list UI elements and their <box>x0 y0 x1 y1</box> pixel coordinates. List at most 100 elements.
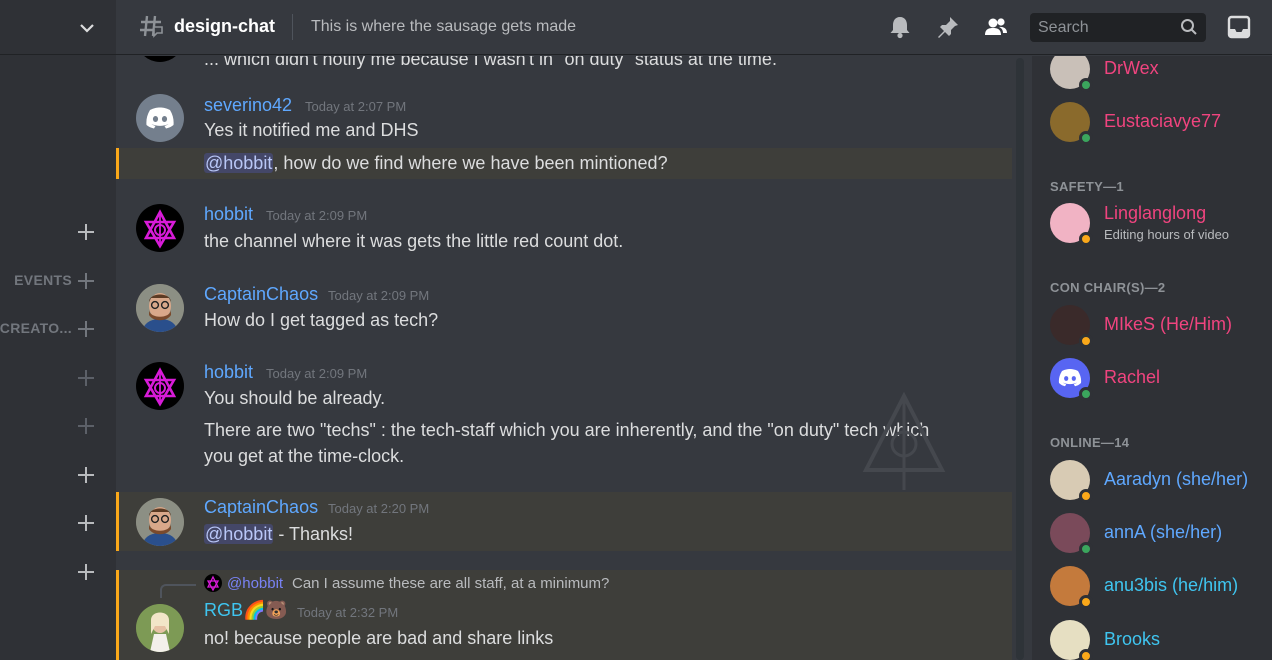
member-aaradyn[interactable]: Aaradyn (she/her) <box>1032 457 1272 503</box>
message-author[interactable]: hobbit <box>204 362 253 383</box>
channel-topic[interactable]: This is where the sausage gets made <box>311 18 576 36</box>
search-box[interactable] <box>1030 13 1206 42</box>
pin-icon[interactable] <box>935 14 961 40</box>
role-header-con-chairs: CON CHAIR(S)—2 <box>1050 280 1166 295</box>
message-timestamp: Today at 2:20 PM <box>328 501 430 516</box>
message-text: Yes it notified me and DHS <box>204 120 419 140</box>
status-idle-icon <box>1079 232 1093 246</box>
message-text: You should be already. <box>204 388 386 408</box>
member-name: Rachel <box>1104 367 1161 387</box>
category-label: VIDEO CREATO... <box>0 320 72 336</box>
member-name: Linglanglong <box>1104 203 1207 223</box>
avatar[interactable] <box>136 94 184 142</box>
status-online-icon <box>1079 78 1093 92</box>
notification-bell-icon[interactable] <box>887 14 913 40</box>
server-header[interactable] <box>0 0 116 55</box>
status-online-icon <box>1079 542 1093 556</box>
category-label: EVENTS <box>14 272 72 288</box>
status-idle-icon <box>1079 649 1093 660</box>
message-author[interactable]: RGB🌈🐻 <box>204 600 288 621</box>
channel-header: design-chat This is where the sausage ge… <box>116 0 1272 55</box>
category-row-5[interactable] <box>0 411 116 441</box>
member-drwex[interactable]: DrWex <box>1032 56 1272 92</box>
category-row-8[interactable] <box>0 557 116 587</box>
member-name: Aaradyn (she/her) <box>1104 469 1249 489</box>
member-list-icon[interactable] <box>983 14 1009 40</box>
avatar[interactable] <box>136 604 184 652</box>
category-row-1[interactable] <box>0 217 116 247</box>
search-icon <box>1181 19 1197 35</box>
message-timestamp: Today at 2:09 PM <box>266 366 368 381</box>
member-mikes[interactable]: MIkeS (He/Him) <box>1032 302 1272 348</box>
avatar[interactable] <box>136 56 184 62</box>
category-row-6[interactable] <box>0 460 116 490</box>
hobbit-avatar-icon <box>206 575 220 592</box>
avatar[interactable] <box>136 362 184 410</box>
add-channel-icon[interactable] <box>77 514 95 532</box>
add-channel-icon[interactable] <box>77 223 95 241</box>
message-author[interactable]: severino42 <box>204 95 292 116</box>
category-row-4[interactable] <box>0 363 116 393</box>
member-anna[interactable]: annA (she/her) <box>1032 510 1272 556</box>
message-text: you get at the time-clock. <box>204 446 405 466</box>
message-hobbit-1: hobbit Today at 2:09 PM the channel wher… <box>116 196 1012 262</box>
status-online-icon <box>1079 131 1093 145</box>
role-header-safety: SAFETY—1 <box>1050 179 1124 194</box>
user-mention[interactable]: @hobbit <box>204 153 274 173</box>
avatar[interactable] <box>136 284 184 332</box>
message-text: @hobbit - Thanks! <box>204 521 353 547</box>
message-timestamp: Today at 2:09 PM <box>266 208 368 223</box>
message-captainchaos-2: CaptainChaos Today at 2:20 PM @hobbit - … <box>116 492 1012 551</box>
member-eustaciavye77[interactable]: Eustaciavye77 <box>1032 99 1272 145</box>
hobbit-avatar-icon <box>143 209 177 249</box>
status-online-icon <box>1079 387 1093 401</box>
member-list: DrWex Eustaciavye77 SAFETY—1 Linglanglon… <box>1032 56 1272 660</box>
message-text-rest: , how do we find where we have been mint… <box>273 153 668 173</box>
hobbit-avatar-icon <box>143 367 177 407</box>
message-text: ... which didn't notify me because I was… <box>204 56 777 69</box>
avatar[interactable] <box>136 204 184 252</box>
category-row-events[interactable]: EVENTS <box>0 266 116 296</box>
member-linglanglong[interactable]: Linglanglong Editing hours of video <box>1032 200 1272 246</box>
add-channel-icon[interactable] <box>77 417 95 435</box>
message-author[interactable]: CaptainChaos <box>204 497 318 518</box>
message-author[interactable]: CaptainChaos <box>204 284 318 305</box>
message-author[interactable]: hobbit <box>204 204 253 225</box>
message-partial: ... which didn't notify me because I was… <box>116 56 1012 74</box>
member-rachel[interactable]: Rachel <box>1032 355 1272 401</box>
member-anu3bis[interactable]: anu3bis (he/him) <box>1032 563 1272 609</box>
message-severino42-followup: @hobbit, how do we find where we have be… <box>116 148 1012 179</box>
add-channel-icon[interactable] <box>77 320 95 338</box>
reply-avatar <box>204 574 222 592</box>
captainchaos-avatar-icon <box>136 498 184 546</box>
rgb-avatar-icon <box>136 604 184 652</box>
message-rgb-reply: @hobbit Can I assume these are all staff… <box>116 570 1012 660</box>
message-captainchaos-1: CaptainChaos Today at 2:09 PM How do I g… <box>116 276 1012 342</box>
member-brooks[interactable]: Brooks <box>1032 617 1272 660</box>
message-text: There are two "techs" : the tech-staff w… <box>204 420 930 440</box>
add-channel-icon[interactable] <box>77 369 95 387</box>
category-row-7[interactable] <box>0 508 116 538</box>
member-activity: Editing hours of video <box>1104 227 1230 242</box>
add-channel-icon[interactable] <box>77 466 95 484</box>
member-name: Brooks <box>1104 629 1161 649</box>
header-divider <box>292 14 293 40</box>
captainchaos-avatar-icon <box>136 284 184 332</box>
add-channel-icon[interactable] <box>77 272 95 290</box>
watermark-logo-icon <box>862 391 946 490</box>
reply-author[interactable]: @hobbit <box>227 575 283 592</box>
channel-name: design-chat <box>174 16 276 36</box>
category-row-video-creators[interactable]: VIDEO CREATO... <box>0 314 116 344</box>
reply-preview-text[interactable]: Can I assume these are all staff, at a m… <box>292 575 609 592</box>
inbox-icon[interactable] <box>1226 14 1252 40</box>
message-list: ... which didn't notify me because I was… <box>116 56 1030 660</box>
avatar[interactable] <box>136 498 184 546</box>
message-text: no! because people are bad and share lin… <box>204 628 554 648</box>
message-severino42: severino42 Today at 2:07 PM Yes it notif… <box>116 86 1012 148</box>
add-channel-icon[interactable] <box>77 563 95 581</box>
status-idle-icon <box>1079 334 1093 348</box>
discord-logo-icon <box>146 107 174 129</box>
chevron-down-icon[interactable] <box>78 19 96 37</box>
user-mention[interactable]: @hobbit <box>204 524 274 544</box>
chat-scrollbar[interactable] <box>1016 58 1024 660</box>
